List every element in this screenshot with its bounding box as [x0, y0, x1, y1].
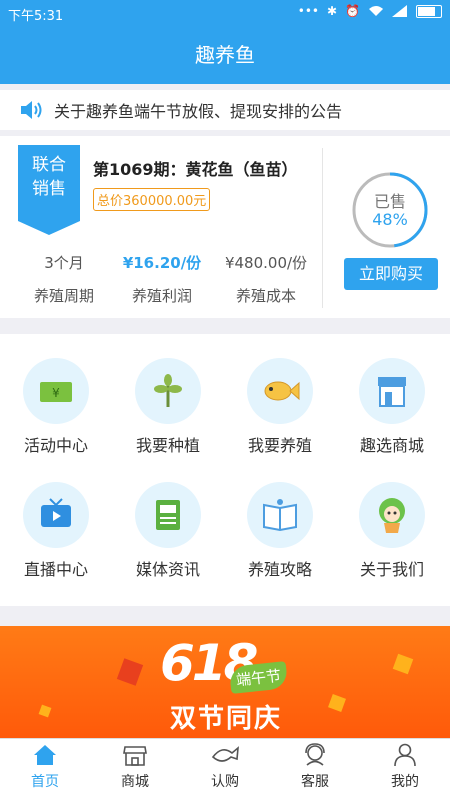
- menu-breeding[interactable]: 我要养殖: [224, 358, 336, 456]
- stat-cost-label: 养殖成本: [235, 287, 296, 305]
- ribbon-line1: 联合: [32, 155, 66, 175]
- stat-cost: ¥480.00/份 养殖成本: [218, 252, 314, 306]
- product-title[interactable]: 第1069期：黄花鱼（鱼苗）: [93, 156, 298, 180]
- bluetooth-icon: ✱: [326, 4, 338, 18]
- stat-cycle: 3个月 养殖周期: [16, 252, 112, 306]
- sold-progress-ring: 已售 48%: [350, 170, 430, 250]
- ticket-icon: ¥: [23, 358, 89, 424]
- shop-icon: [359, 358, 425, 424]
- menu-label: 趣选商城: [359, 436, 424, 455]
- menu-activity-center[interactable]: ¥ 活动中心: [0, 358, 112, 456]
- feature-grid: ¥ 活动中心 我要种植 我要养殖 趣选商城 直播中心 媒体资讯 养殖攻略 关于我…: [0, 334, 450, 606]
- bottom-tab-bar: 首页 商城 认购 客服 我的: [0, 738, 450, 801]
- signal-icon: [392, 5, 407, 17]
- tab-label: 客服: [301, 774, 329, 790]
- menu-breeding-guide[interactable]: 养殖攻略: [224, 482, 336, 580]
- tab-service[interactable]: 客服: [270, 743, 360, 791]
- page-title: 趣养鱼: [195, 43, 255, 67]
- battery-icon: [416, 4, 442, 18]
- mascot-icon: [359, 482, 425, 548]
- sold-label: 已售: [373, 192, 406, 211]
- menu-label: 媒体资讯: [135, 560, 200, 579]
- tab-subscribe[interactable]: 认购: [180, 743, 270, 791]
- buy-now-button[interactable]: 立即购买: [344, 258, 438, 290]
- stat-cycle-value: 3个月: [44, 254, 84, 272]
- banner-cube: [392, 653, 414, 675]
- total-price-badge: 总价360000.00元: [93, 188, 211, 211]
- tv-icon: [23, 482, 89, 548]
- sold-percent: 48%: [372, 210, 408, 229]
- announcement-bar[interactable]: 关于趣养鱼端午节放假、提现安排的公告: [0, 90, 450, 130]
- book-icon: [247, 482, 313, 548]
- more-dots-icon: •••: [297, 4, 319, 18]
- user-icon: [394, 743, 416, 767]
- menu-about-us[interactable]: 关于我们: [336, 482, 448, 580]
- card-divider: [322, 148, 323, 308]
- svg-text:¥: ¥: [52, 386, 60, 400]
- service-icon: [305, 743, 325, 766]
- speaker-icon: [21, 101, 42, 119]
- tab-label: 商城: [121, 774, 149, 790]
- menu-label: 我要养殖: [247, 436, 312, 455]
- menu-label: 直播中心: [23, 560, 88, 579]
- fish-outline-icon: [211, 746, 239, 762]
- store-icon: [123, 746, 147, 766]
- banner-slogan: 双节同庆: [170, 704, 283, 734]
- stat-cost-value: ¥480.00/份: [224, 254, 308, 272]
- tab-mine[interactable]: 我的: [360, 743, 450, 791]
- banner-cube: [38, 704, 52, 718]
- menu-live-center[interactable]: 直播中心: [0, 482, 112, 580]
- tab-label: 认购: [211, 774, 239, 790]
- alarm-icon: ⏰: [345, 4, 360, 18]
- status-icons: ••• ✱ ⏰: [298, 4, 442, 18]
- banner-cube: [328, 694, 346, 712]
- ribbon-line2: 销售: [32, 179, 66, 199]
- plant-icon: [135, 358, 201, 424]
- menu-label: 养殖攻略: [247, 560, 312, 579]
- menu-label: 我要种植: [135, 436, 200, 455]
- menu-label: 关于我们: [359, 560, 424, 579]
- fish-icon: [247, 358, 313, 424]
- stat-profit: ¥16.20/份 养殖利润: [114, 252, 210, 306]
- status-time: 下午5:31: [8, 9, 64, 24]
- banner-cube: [116, 658, 144, 686]
- wifi-icon: [369, 6, 383, 16]
- promo-banner[interactable]: 618 端午节 双节同庆: [0, 626, 450, 738]
- news-icon: [135, 482, 201, 548]
- stat-cycle-label: 养殖周期: [33, 287, 94, 305]
- stat-profit-label: 养殖利润: [131, 287, 192, 305]
- title-bar: 趣养鱼: [0, 26, 450, 84]
- tab-store[interactable]: 商城: [90, 743, 180, 791]
- stat-profit-value: ¥16.20/份: [122, 254, 202, 272]
- status-bar: 下午5:31 ••• ✱ ⏰: [0, 0, 450, 26]
- tab-label: 我的: [391, 774, 419, 790]
- menu-planting[interactable]: 我要种植: [112, 358, 224, 456]
- menu-media-news[interactable]: 媒体资讯: [112, 482, 224, 580]
- home-icon: [34, 745, 56, 765]
- announcement-text[interactable]: 关于趣养鱼端午节放假、提现安排的公告: [54, 98, 342, 122]
- menu-mall[interactable]: 趣选商城: [336, 358, 448, 456]
- tab-home[interactable]: 首页: [0, 743, 90, 791]
- joint-sale-ribbon: 联合 销售: [18, 145, 80, 235]
- tab-label: 首页: [31, 774, 59, 790]
- menu-label: 活动中心: [23, 436, 88, 455]
